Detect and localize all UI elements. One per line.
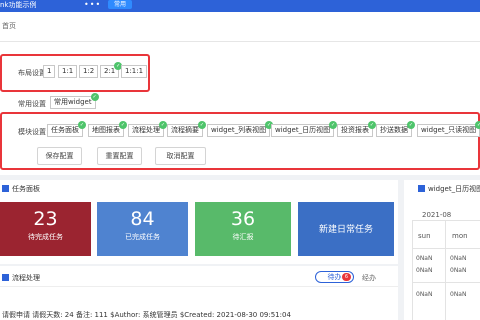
calendar-cell[interactable]: 0NaN [450,255,466,262]
calendar-panel-title: widget_日历视图 [418,184,480,194]
breadcrumb-bar: 首页 [0,12,480,42]
tab-common[interactable]: 常用 [108,0,132,9]
divider [0,286,398,287]
completed-task-card[interactable]: 84 已完成任务 [97,202,188,256]
layout-option-2-1[interactable]: 2:1 ✓ [100,62,123,78]
module-chip-label: 流程摘要 [171,126,199,134]
module-chip-label: 地图报表 [92,126,120,134]
completed-task-count: 84 [130,208,155,230]
tab-done[interactable]: 经办 [362,273,376,283]
calendar-grid: sun mon 0NaN 0NaN 0NaN 0NaN 0NaN 0NaN [412,220,480,320]
completed-task-label: 已完成任务 [125,233,160,241]
calendar-panel-title-text: widget_日历视图 [428,185,480,193]
check-icon: ✓ [78,121,86,129]
check-icon: ✓ [198,121,206,129]
check-icon: ✓ [90,93,99,101]
pending-task-card[interactable]: 23 待完成任务 [0,202,91,256]
module-chip-invest-report[interactable]: 投资报表 ✓ [337,121,376,137]
check-icon: ✓ [368,121,376,129]
module-chip-list-view[interactable]: widget_列表视图 ✓ [207,121,274,137]
to-report-label: 待汇报 [232,233,254,241]
common-setting-label: 常用设置 [18,100,46,108]
common-widget-label: 常用widget [54,98,92,106]
task-panel-title-text: 任务面板 [12,185,40,193]
module-chip-cc-data[interactable]: 抄送数据 ✓ [376,121,415,137]
cancel-config-button[interactable]: 取消配置 [155,147,206,165]
panel-marker-icon [2,274,9,281]
to-report-count: 36 [230,208,256,230]
top-bar: nk功能示例 ••• 常用 [0,0,480,12]
module-chip-label: 任务面板 [51,126,79,134]
check-icon: ✓ [475,121,480,129]
module-chip-task-panel[interactable]: 任务面板 ✓ [47,121,86,137]
calendar-month: 2021-08 [422,211,452,219]
more-icon[interactable]: ••• [84,0,101,9]
calendar-cell[interactable]: 0NaN [450,267,466,274]
layout-setting-label: 布局设置 [18,69,46,77]
pending-task-count: 23 [33,208,58,230]
layout-option-1[interactable]: 1 [43,65,56,78]
calendar-cell[interactable]: 0NaN [416,255,432,262]
check-icon: ✓ [407,121,415,129]
panel-marker-icon [2,185,9,192]
config-panel: 布局设置 1 1:1 1:2 2:1 ✓ 1:1:1 常用设置 常用widget ✓… [0,42,480,175]
module-chip-process-summary[interactable]: 流程摘要 ✓ [167,121,206,137]
module-chip-label: 抄送数据 [380,126,408,134]
grid-line [445,220,446,320]
reset-config-button[interactable]: 重置配置 [97,147,142,165]
module-chip-label: widget_日历视图 [275,126,331,134]
module-chip-label: 流程处理 [132,126,160,134]
common-widget-chip[interactable]: 常用widget ✓ [50,93,99,109]
layout-option-label: 2:1 [104,67,116,75]
app-title: nk功能示例 [0,1,37,9]
layout-option-1-2[interactable]: 1:2 [79,65,99,78]
process-panel-title: 流程处理 [2,273,40,283]
to-report-card[interactable]: 36 待汇报 [195,202,291,256]
module-chip-readonly-view[interactable]: widget_只读视图 ✓ [417,121,480,137]
weekday-sun: sun [418,232,431,240]
save-config-button[interactable]: 保存配置 [37,147,82,165]
calendar-cell[interactable]: 0NaN [416,267,432,274]
grid-line [412,248,480,249]
module-chip-map-report[interactable]: 地图报表 ✓ [88,121,127,137]
pending-task-label: 待完成任务 [28,233,63,241]
new-daily-task-label: 新建日常任务 [318,225,373,235]
grid-line [412,282,480,283]
module-setting-label: 模块设置 [18,128,46,136]
layout-option-1-1[interactable]: 1:1 [58,65,78,78]
weekday-mon: mon [452,232,468,240]
tab-todo[interactable]: 待办 6 [315,271,354,283]
new-daily-task-card[interactable]: 新建日常任务 [298,202,394,256]
process-row[interactable]: 请假申请 请假天数: 24 备注: 111 $Author: 系统管理员 $Cr… [2,310,291,320]
breadcrumb[interactable]: 首页 [2,21,16,31]
grid-line [412,220,480,221]
calendar-cell[interactable]: 0NaN [416,291,432,298]
grid-line [412,220,413,320]
check-icon: ✓ [159,121,167,129]
todo-count-badge: 6 [342,273,351,281]
panel-marker-icon [418,185,425,192]
module-chip-process[interactable]: 流程处理 ✓ [128,121,167,137]
calendar-cell[interactable]: 0NaN [450,291,466,298]
process-panel-title-text: 流程处理 [12,274,40,282]
module-chip-label: widget_只读视图 [421,126,477,134]
module-chip-label: widget_列表视图 [211,126,267,134]
tab-todo-label: 待办 [327,273,342,281]
layout-option-1-1-1[interactable]: 1:1:1 [121,65,148,78]
module-chip-label: 投资报表 [341,126,369,134]
task-panel-title: 任务面板 [2,184,40,194]
check-icon: ✓ [119,121,127,129]
module-chip-calendar-view[interactable]: widget_日历视图 ✓ [271,121,338,137]
